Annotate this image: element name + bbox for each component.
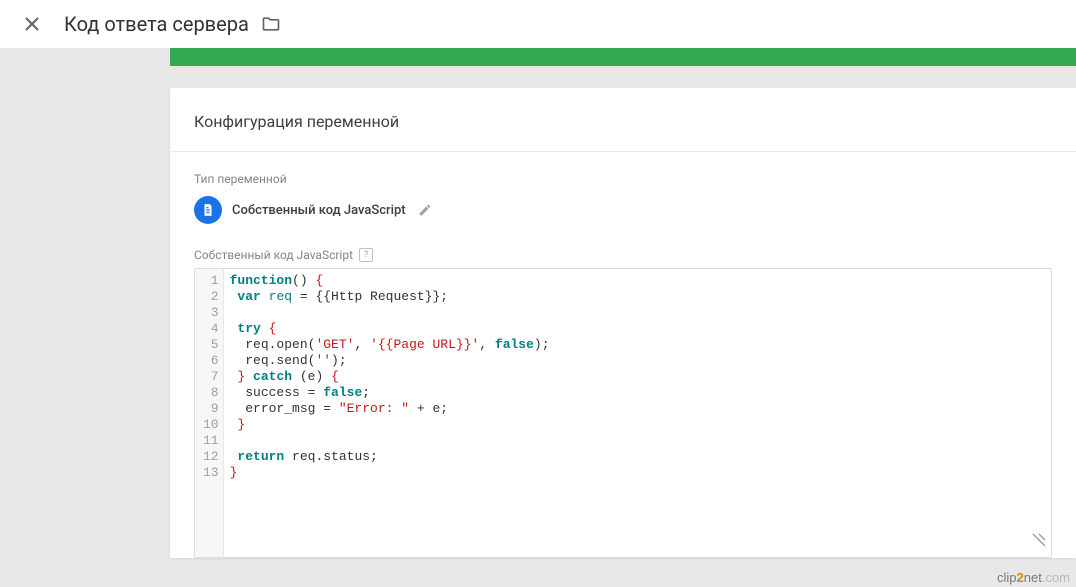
editor-section: Собственный код JavaScript ? 12345678910… [170,224,1076,558]
notification-banner [170,48,1076,66]
page-title[interactable]: Код ответа сервера [64,12,249,36]
content-area: Конфигурация переменной Тип переменной С… [170,48,1076,587]
header-bar: Код ответа сервера [0,0,1076,48]
close-icon[interactable] [16,8,48,40]
code-body[interactable]: function() { var req = {{Http Request}};… [224,269,1051,557]
js-doc-icon [194,196,222,224]
watermark: clip2net.com [997,570,1070,585]
help-icon[interactable]: ? [359,248,373,262]
card-title: Конфигурация переменной [170,112,1076,151]
config-card: Конфигурация переменной Тип переменной С… [170,88,1076,558]
variable-type-name: Собственный код JavaScript [232,203,406,218]
variable-type-row[interactable]: Собственный код JavaScript [194,196,1052,224]
folder-icon[interactable] [261,14,281,34]
editor-label: Собственный код JavaScript ? [194,248,1052,262]
variable-type-section: Тип переменной Собственный код JavaScrip… [170,152,1076,224]
variable-type-label: Тип переменной [194,172,1052,186]
code-editor[interactable]: 12345678910111213 function() { var req =… [194,268,1052,558]
pencil-icon[interactable] [418,203,432,217]
resize-handle-icon[interactable] [1031,532,1047,553]
line-gutter: 12345678910111213 [195,269,224,557]
